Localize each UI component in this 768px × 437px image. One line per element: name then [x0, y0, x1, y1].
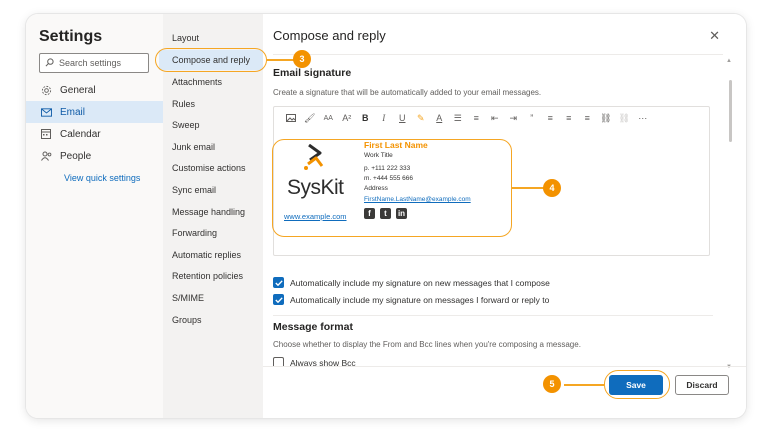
nav-general-label: General: [60, 84, 96, 96]
message-format-description: Choose whether to display the From and B…: [273, 340, 581, 349]
highlight-icon[interactable]: ✎: [412, 111, 431, 125]
callout-leader-3: [267, 59, 295, 61]
numbering-icon[interactable]: ≡: [467, 111, 486, 125]
email-settings-menu: Layout Compose and reply Attachments Rul…: [159, 14, 263, 418]
menu-item-forwarding[interactable]: Forwarding: [163, 223, 263, 243]
image-icon[interactable]: [282, 111, 301, 125]
calendar-icon: [40, 128, 52, 140]
always-show-bcc-checkbox[interactable]: Always show Bcc: [273, 357, 356, 366]
superscript-icon[interactable]: A²: [338, 111, 357, 125]
align-left-icon[interactable]: ≡: [541, 111, 560, 125]
signature-section-title: Email signature: [273, 67, 352, 79]
callout-leader-4: [512, 187, 544, 189]
settings-title: Settings: [39, 28, 103, 45]
font-size-icon[interactable]: AA: [319, 111, 338, 125]
scroll-up-icon[interactable]: ▲: [726, 58, 732, 64]
nav-calendar[interactable]: Calendar: [26, 123, 163, 145]
settings-sidebar: Settings Search settings General Email C…: [26, 14, 163, 418]
always-show-bcc-label: Always show Bcc: [290, 357, 356, 367]
menu-item-groups[interactable]: Groups: [163, 310, 263, 330]
quote-icon[interactable]: ”: [523, 111, 542, 125]
underline-icon[interactable]: U: [393, 111, 412, 125]
nav-general[interactable]: General: [26, 79, 163, 101]
include-signature-forward-checkbox[interactable]: Automatically include my signature on me…: [273, 294, 549, 305]
checkbox-empty-icon: [273, 357, 284, 366]
nav-people[interactable]: People: [26, 145, 163, 167]
include-signature-new-label: Automatically include my signature on ne…: [290, 277, 550, 288]
title-divider: [273, 54, 723, 55]
view-quick-settings-link[interactable]: View quick settings: [64, 173, 140, 183]
menu-item-rules[interactable]: Rules: [163, 94, 263, 114]
signature-description: Create a signature that will be automati…: [273, 88, 542, 97]
decrease-indent-icon[interactable]: ⇤: [486, 111, 505, 125]
include-signature-new-checkbox[interactable]: Automatically include my signature on ne…: [273, 277, 550, 288]
menu-item-junk-email[interactable]: Junk email: [163, 137, 263, 157]
nav-email[interactable]: Email: [26, 101, 163, 123]
editor-toolbar: 🖌 AA A² B I U ✎ A ☰ ≡ ⇤ ⇥ ” ≡ ≡ ≡ ⛓ ⛓ ⋯: [274, 107, 709, 129]
font-color-icon[interactable]: A: [430, 111, 449, 125]
nav-people-label: People: [60, 150, 92, 162]
callout-badge-3: 3: [293, 50, 311, 68]
search-icon: [45, 57, 59, 69]
menu-item-smime[interactable]: S/MIME: [163, 288, 263, 308]
mail-icon: [40, 106, 52, 118]
menu-item-retention-policies[interactable]: Retention policies: [163, 266, 263, 286]
search-input[interactable]: Search settings: [39, 53, 149, 73]
italic-icon[interactable]: I: [375, 111, 394, 125]
include-signature-forward-label: Automatically include my signature on me…: [290, 294, 550, 305]
bcc-row-clip: Always show Bcc: [263, 354, 723, 366]
menu-item-sync-email[interactable]: Sync email: [163, 180, 263, 200]
panel-title: Compose and reply: [273, 28, 386, 43]
callout-leader-5: [564, 384, 604, 386]
more-options-icon[interactable]: ⋯: [634, 111, 653, 125]
settings-window: Settings Search settings General Email C…: [26, 14, 746, 418]
menu-item-sweep[interactable]: Sweep: [163, 115, 263, 135]
search-placeholder: Search settings: [59, 58, 122, 68]
nav-email-label: Email: [60, 106, 86, 118]
discard-button[interactable]: Discard: [675, 375, 729, 395]
callout-badge-5: 5: [543, 375, 561, 393]
menu-item-message-handling[interactable]: Message handling: [163, 202, 263, 222]
nav-calendar-label: Calendar: [60, 128, 101, 140]
close-icon[interactable]: ✕: [709, 28, 720, 44]
callout-highlight-save: [604, 370, 670, 399]
link-icon[interactable]: ⛓: [597, 111, 616, 125]
align-right-icon[interactable]: ≡: [578, 111, 597, 125]
menu-item-layout[interactable]: Layout: [163, 28, 263, 48]
bold-icon[interactable]: B: [356, 111, 375, 125]
people-icon: [40, 150, 52, 162]
gear-icon: [40, 84, 52, 96]
section-divider: [273, 315, 713, 316]
callout-badge-4: 4: [543, 179, 561, 197]
format-painter-icon[interactable]: 🖌: [301, 111, 320, 125]
checkmark-icon: [273, 294, 284, 305]
increase-indent-icon[interactable]: ⇥: [504, 111, 523, 125]
scroll-down-icon[interactable]: ▼: [726, 364, 732, 370]
callout-highlight-compose: [155, 48, 267, 72]
bullets-icon[interactable]: ☰: [449, 111, 468, 125]
footer-divider: [263, 366, 746, 367]
align-center-icon[interactable]: ≡: [560, 111, 579, 125]
menu-item-automatic-replies[interactable]: Automatic replies: [163, 245, 263, 265]
menu-item-attachments[interactable]: Attachments: [163, 72, 263, 92]
scrollbar[interactable]: [729, 80, 732, 142]
checkmark-icon: [273, 277, 284, 288]
menu-item-customise-actions[interactable]: Customise actions: [163, 158, 263, 178]
message-format-title: Message format: [273, 321, 353, 333]
unlink-icon[interactable]: ⛓: [615, 111, 634, 125]
callout-highlight-signature: [272, 139, 512, 237]
